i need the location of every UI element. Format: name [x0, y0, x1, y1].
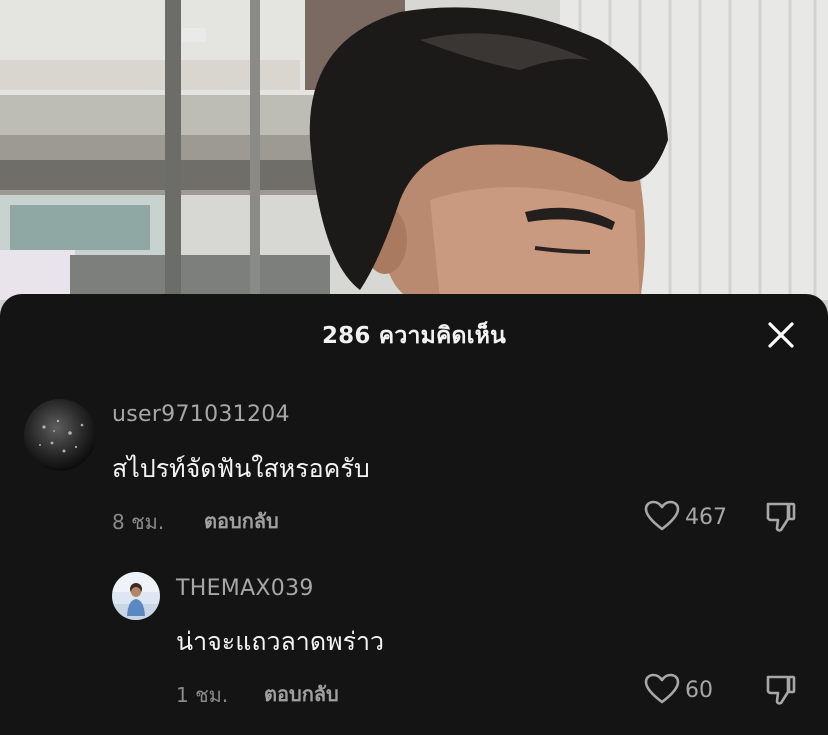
- like-count: 60: [685, 678, 713, 703]
- comment-text: สไปรท์จัดฟันใสหรอครับ: [112, 454, 370, 483]
- reply-text: น่าจะแถวลาดพร่าว: [176, 627, 385, 656]
- heart-icon[interactable]: [644, 673, 680, 705]
- heart-icon[interactable]: [644, 500, 680, 532]
- like-count: 467: [685, 505, 727, 530]
- avatar[interactable]: [112, 572, 160, 620]
- avatar-image: [24, 399, 96, 471]
- reply-timestamp: 1 ชม.: [176, 683, 229, 707]
- reply-username[interactable]: THEMAX039: [176, 576, 314, 601]
- avatar-image: [112, 572, 160, 620]
- dislike-icon[interactable]: [764, 500, 798, 534]
- video-frame: [0, 0, 828, 300]
- comment-timestamp: 8 ชม.: [112, 510, 165, 534]
- avatar[interactable]: [24, 399, 96, 471]
- reply-button[interactable]: ตอบกลับ: [264, 678, 339, 710]
- close-icon[interactable]: [766, 320, 796, 350]
- reply-button[interactable]: ตอบกลับ: [204, 505, 279, 537]
- dislike-icon[interactable]: [764, 673, 798, 707]
- comment-username[interactable]: user971031204: [112, 402, 290, 427]
- comments-sheet: 286 ความคิดเห็น user971031204 สไปรท์จัดฟ…: [0, 294, 828, 735]
- comments-count-title: 286 ความคิดเห็น: [321, 323, 507, 349]
